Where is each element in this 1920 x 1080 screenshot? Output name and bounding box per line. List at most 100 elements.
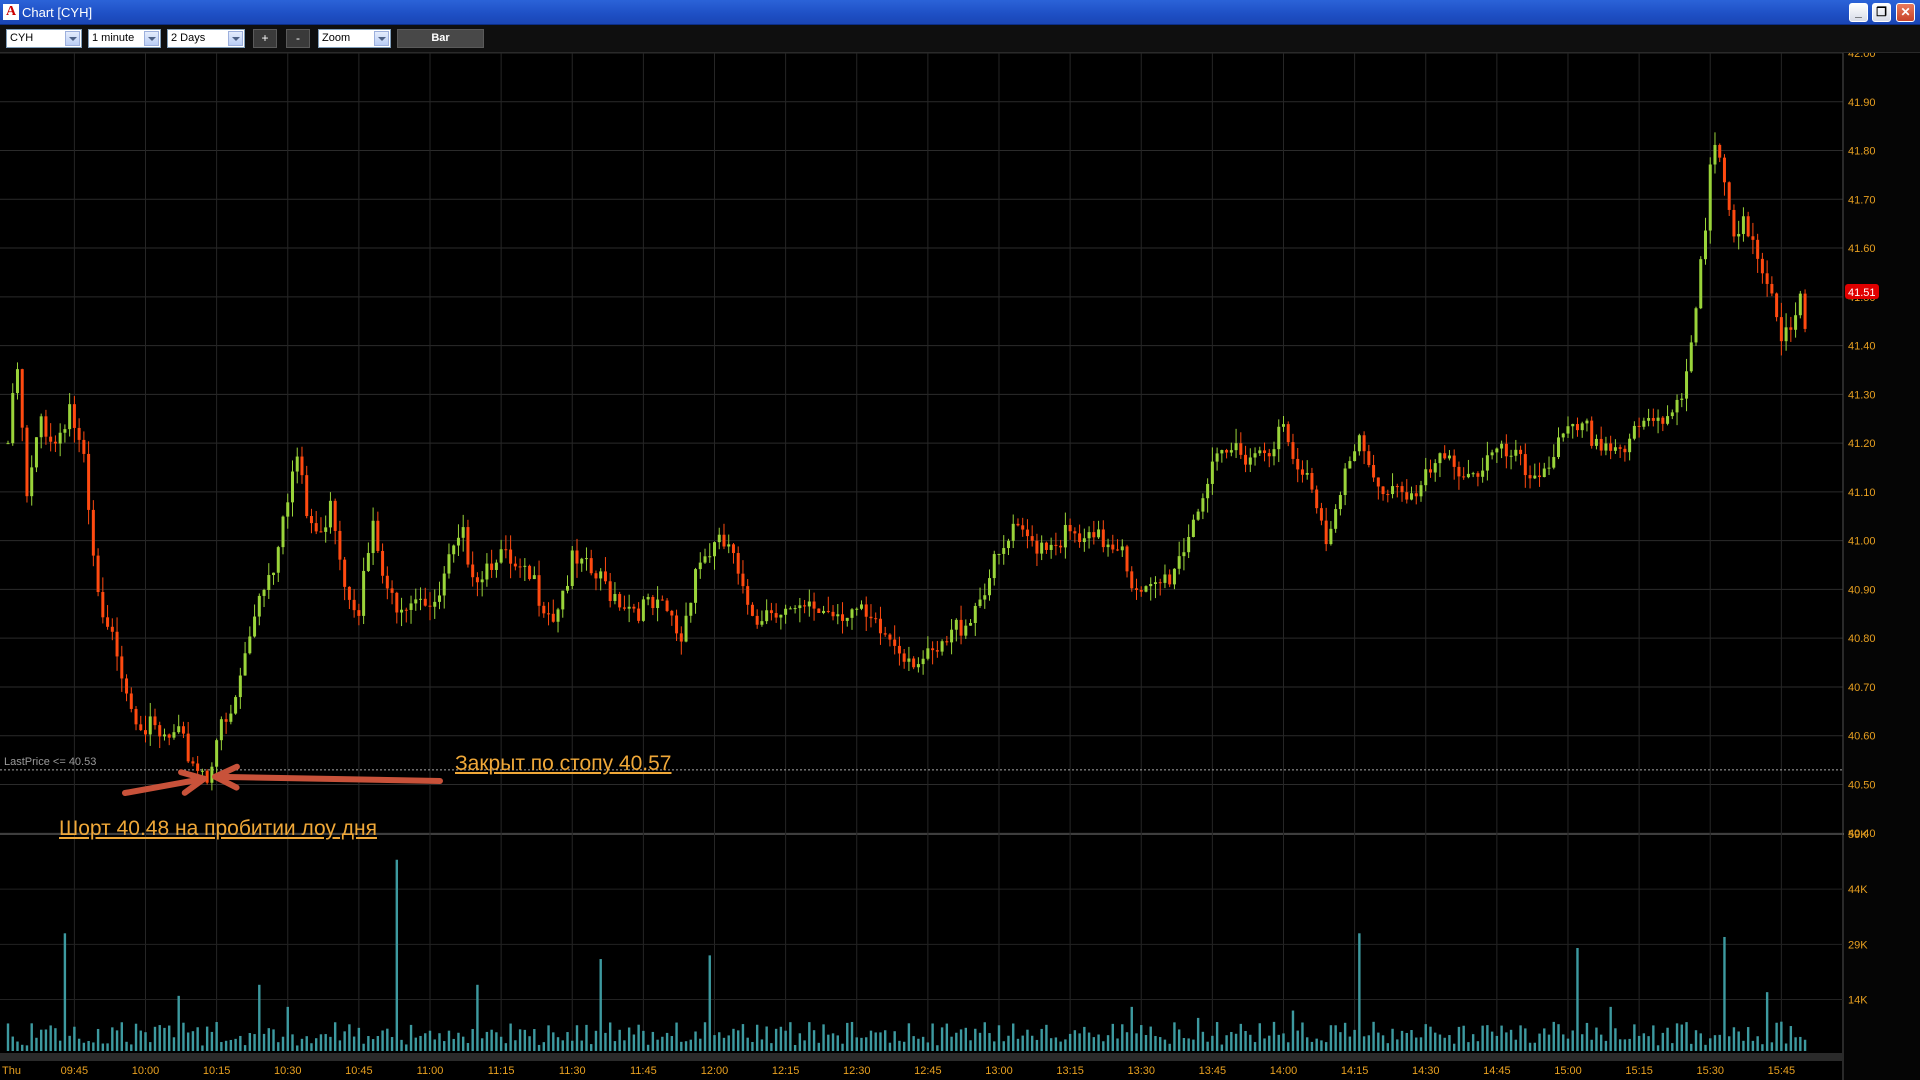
- candle-body: [523, 565, 527, 567]
- candle-body: [196, 763, 200, 771]
- candle-body: [1481, 470, 1485, 477]
- chevron-down-icon[interactable]: [65, 31, 80, 46]
- candle-body: [788, 608, 792, 610]
- volume-bar: [1713, 1035, 1717, 1051]
- volume-bar: [1362, 1036, 1366, 1051]
- candle-body: [181, 726, 185, 734]
- volume-bar: [1035, 1039, 1039, 1051]
- volume-bar: [902, 1041, 906, 1051]
- candle-body: [1547, 467, 1551, 469]
- volume-bar: [1467, 1042, 1470, 1051]
- volume-bar: [1642, 1033, 1646, 1051]
- interval-select[interactable]: 1 minute: [88, 29, 161, 48]
- volume-bar: [106, 1043, 109, 1051]
- candle-body: [760, 621, 764, 625]
- volume-bar: [1690, 1043, 1693, 1051]
- candle-body: [1244, 454, 1248, 465]
- candle-body: [1286, 424, 1290, 443]
- time-tick-label: 11:45: [630, 1065, 657, 1077]
- volume-bar: [1666, 1027, 1669, 1051]
- price-chart[interactable]: LastPrice <= 40.53 40.4040.5040.6040.704…: [0, 53, 1920, 1080]
- time-tick-label: 10:45: [345, 1065, 373, 1077]
- volume-bar: [101, 1043, 105, 1051]
- volume-bar: [746, 1037, 749, 1051]
- candle-body: [101, 592, 105, 618]
- volume-bar: [1030, 1035, 1034, 1051]
- volume-bar: [1068, 1033, 1072, 1051]
- chevron-down-icon[interactable]: [144, 31, 159, 46]
- volume-bar: [182, 1022, 185, 1051]
- candle-body: [1523, 454, 1527, 476]
- minimize-icon[interactable]: _: [1849, 3, 1868, 22]
- candle-body: [1770, 283, 1774, 294]
- candle-body: [750, 604, 754, 616]
- chart-type-button[interactable]: Bar: [397, 29, 484, 48]
- symbol-select[interactable]: CYH: [6, 29, 82, 48]
- candle-body: [1362, 435, 1366, 452]
- volume-bar: [827, 1034, 830, 1051]
- volume-bar: [618, 1029, 621, 1051]
- candle-body: [1196, 511, 1200, 520]
- candle-body: [1258, 450, 1262, 454]
- restore-icon[interactable]: ❐: [1872, 3, 1891, 22]
- candle-body: [82, 439, 86, 454]
- candle-body: [480, 579, 484, 583]
- volume-bar: [153, 1026, 157, 1051]
- volume-bar: [1272, 1021, 1276, 1051]
- chevron-down-icon[interactable]: [228, 31, 243, 46]
- time-tick-label: 11:00: [417, 1065, 444, 1077]
- volume-bar: [1799, 1036, 1802, 1051]
- candle-body: [931, 648, 935, 651]
- volume-bar: [552, 1032, 555, 1051]
- candle-body: [1073, 531, 1077, 534]
- candle-body: [395, 592, 399, 613]
- price-tick-label: 42.00: [1848, 53, 1876, 60]
- candle-body: [784, 608, 788, 615]
- volume-bar: [1780, 1021, 1783, 1051]
- candle-body: [1092, 532, 1096, 538]
- volume-bar: [447, 1030, 451, 1051]
- volume-bar: [514, 1040, 517, 1051]
- volume-bar: [1016, 1038, 1020, 1051]
- volume-bar: [1452, 1043, 1456, 1051]
- candle-body: [1656, 417, 1660, 421]
- candle-body: [1296, 458, 1300, 470]
- candle-body: [670, 610, 674, 616]
- volume-bar: [504, 1043, 508, 1051]
- candle-body: [722, 534, 726, 547]
- candle-body: [44, 416, 48, 437]
- volume-bar: [675, 1022, 678, 1051]
- volume-bar: [950, 1036, 953, 1051]
- candle-body: [295, 456, 299, 472]
- horizontal-scrollbar[interactable]: [0, 1053, 1843, 1061]
- candle-body: [1348, 461, 1352, 469]
- candle-body: [888, 634, 892, 640]
- volume-bar: [1211, 1035, 1214, 1051]
- volume-bar: [1253, 1042, 1257, 1051]
- candle-body: [1324, 520, 1328, 545]
- entry-annotation: Шорт 40.48 на пробитии лоу дня: [59, 817, 377, 840]
- axis-background: [1844, 53, 1920, 1080]
- volume-bar: [1230, 1031, 1233, 1051]
- candle-body: [1727, 182, 1731, 210]
- annotation-arrows: [122, 763, 443, 796]
- volume-bar: [623, 1040, 626, 1051]
- candle-body: [1647, 418, 1651, 421]
- volume-bar: [120, 1022, 123, 1051]
- candle-body: [63, 429, 67, 433]
- range-select[interactable]: 2 Days: [167, 29, 245, 48]
- zoom-out-button[interactable]: -: [286, 29, 310, 48]
- candle-body: [694, 569, 698, 603]
- zoom-in-button[interactable]: +: [253, 29, 277, 48]
- candle-body: [153, 716, 157, 726]
- volume-bar: [509, 1023, 512, 1051]
- candle-body: [1609, 443, 1613, 451]
- volume-bar: [680, 1041, 683, 1051]
- volume-tick-label: 44K: [1848, 884, 1868, 896]
- close-icon[interactable]: ✕: [1896, 3, 1915, 22]
- chevron-down-icon[interactable]: [374, 31, 389, 46]
- volume-bar: [277, 1042, 280, 1051]
- mode-select[interactable]: Zoom: [318, 29, 391, 48]
- volume-bar: [362, 1043, 365, 1051]
- volume-bar: [1737, 1031, 1740, 1051]
